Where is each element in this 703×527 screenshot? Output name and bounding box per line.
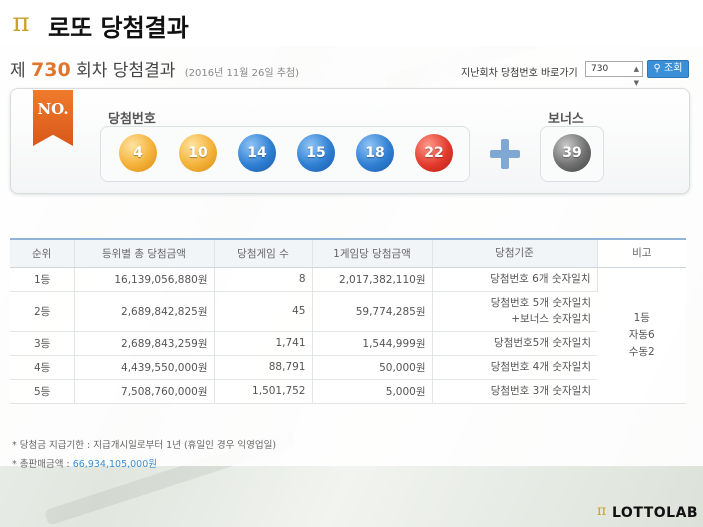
total-prize-cell: 4,439,550,000원 — [74, 355, 215, 380]
column-header: 당첨기준 — [432, 238, 598, 268]
page-title: 로또 당첨결과 — [48, 14, 189, 42]
rank-cell: 4등 — [10, 355, 75, 380]
winners-cell: 45 — [214, 291, 313, 332]
table-row: 3등 2,689,843,259원 1,741 1,544,999원 당첨번호5… — [10, 331, 686, 356]
criteria-line-2: +보너스 숫자일치 — [511, 313, 591, 325]
note-line-3: 수동2 — [628, 345, 655, 358]
round-select[interactable]: 730 ▲ ▼ — [585, 61, 643, 87]
per-game-cell: 1,544,999원 — [312, 331, 433, 356]
search-button-label: 조회 — [664, 63, 683, 74]
prize-table: 순위 등위별 총 당첨금액 당첨게임 수 1게임당 당첨금액 당첨기준 비고 1… — [10, 238, 686, 404]
sales-value: 66,934,105,000원 — [72, 459, 158, 470]
bonus-label: 보너스 — [548, 112, 584, 127]
criteria-cell: 당첨번호 3개 숫자일치 — [432, 379, 597, 404]
column-header: 당첨게임 수 — [214, 238, 313, 268]
table-row: 4등 4,439,550,000원 88,791 50,000원 당첨번호 4개… — [10, 355, 686, 380]
winning-label: 당첨번호 — [108, 112, 156, 127]
rank-cell: 3등 — [10, 331, 75, 356]
winning-ball-4: 15 — [297, 134, 335, 172]
total-prize-cell: 2,689,843,259원 — [74, 331, 215, 356]
note-cell: 1등 자동6 수동2 — [597, 267, 686, 404]
winning-ball-1: 4 — [119, 134, 157, 172]
column-header: 1게임당 당첨금액 — [312, 238, 433, 268]
column-header: 등위별 총 당첨금액 — [74, 238, 215, 268]
per-game-cell: 2,017,382,110원 — [312, 267, 433, 292]
rank-cell: 2등 — [10, 291, 75, 332]
winners-cell: 1,501,752 — [214, 379, 313, 404]
note-line-1: 1등 — [633, 311, 650, 324]
brand-logo: LOTTOLAB — [612, 505, 699, 521]
column-header: 순위 — [10, 238, 75, 268]
round-select-value: 730 — [591, 64, 609, 74]
total-prize-cell: 7,508,760,000원 — [74, 379, 215, 404]
round-suffix: 회차 당첨결과 — [76, 61, 176, 81]
winning-ball-3: 14 — [238, 134, 276, 172]
table-header-row: 순위 등위별 총 당첨금액 당첨게임 수 1게임당 당첨금액 당첨기준 비고 — [10, 238, 686, 268]
column-header: 비고 — [597, 238, 686, 268]
bonus-ball: 39 — [553, 134, 591, 172]
winners-cell: 8 — [214, 267, 313, 292]
criteria-line-1: 당첨번호 5개 숫자일치 — [490, 297, 591, 309]
table-row: 2등 2,689,842,825원 45 59,774,285원 당첨번호 5개… — [10, 291, 686, 332]
payout-note: * 당첨금 지급기한 : 지급개시일로부터 1년 (휴일인 경우 익영업일) — [12, 440, 277, 451]
rank-cell: 1등 — [10, 267, 75, 292]
goto-label: 지난회차 당첨번호 바로가기 — [461, 68, 578, 79]
table-row: 1등 16,139,056,880원 8 2,017,382,110원 당첨번호… — [10, 267, 686, 404]
per-game-cell: 50,000원 — [312, 355, 433, 380]
total-prize-cell: 16,139,056,880원 — [74, 267, 215, 292]
winning-ball-6: 22 — [415, 134, 453, 172]
winning-ball-5: 18 — [356, 134, 394, 172]
criteria-cell: 당첨번호 4개 숫자일치 — [432, 355, 597, 380]
winners-cell: 88,791 — [214, 355, 313, 380]
page-header: π 로또 당첨결과 — [0, 0, 703, 46]
per-game-cell: 59,774,285원 — [312, 291, 433, 332]
total-prize-cell: 2,689,842,825원 — [74, 291, 215, 332]
pi-logo-icon: π — [12, 8, 30, 38]
criteria-cell: 당첨번호5개 숫자일치 — [432, 331, 597, 356]
draw-date: (2016년 11월 26일 추첨) — [184, 68, 300, 79]
per-game-cell: 5,000원 — [312, 379, 433, 404]
criteria-cell: 당첨번호 6개 숫자일치 — [432, 267, 598, 292]
sales-label: * 총판매금액 : — [12, 459, 73, 470]
search-button[interactable]: ⚲ 조회 — [647, 60, 689, 78]
table-row: 5등 7,508,760,000원 1,501,752 5,000원 당첨번호 … — [10, 379, 686, 404]
winners-cell: 1,741 — [214, 331, 313, 356]
round-heading: 제 730 회차 당첨결과 (2016년 11월 26일 추첨) — [10, 56, 299, 81]
updown-arrow-icon: ▲ ▼ — [633, 65, 639, 87]
search-icon: ⚲ — [653, 63, 661, 74]
winning-ball-2: 10 — [179, 134, 217, 172]
round-number: 730 — [31, 59, 71, 81]
rank-cell: 5등 — [10, 379, 75, 404]
round-prefix: 제 — [10, 61, 26, 81]
pi-logo-icon: π — [597, 503, 607, 519]
plus-icon — [490, 139, 520, 169]
note-line-2: 자동6 — [628, 328, 655, 341]
sales-note: * 총판매금액 : 66,934,105,000원 — [12, 456, 157, 470]
criteria-cell: 당첨번호 5개 숫자일치 +보너스 숫자일치 — [432, 291, 597, 332]
